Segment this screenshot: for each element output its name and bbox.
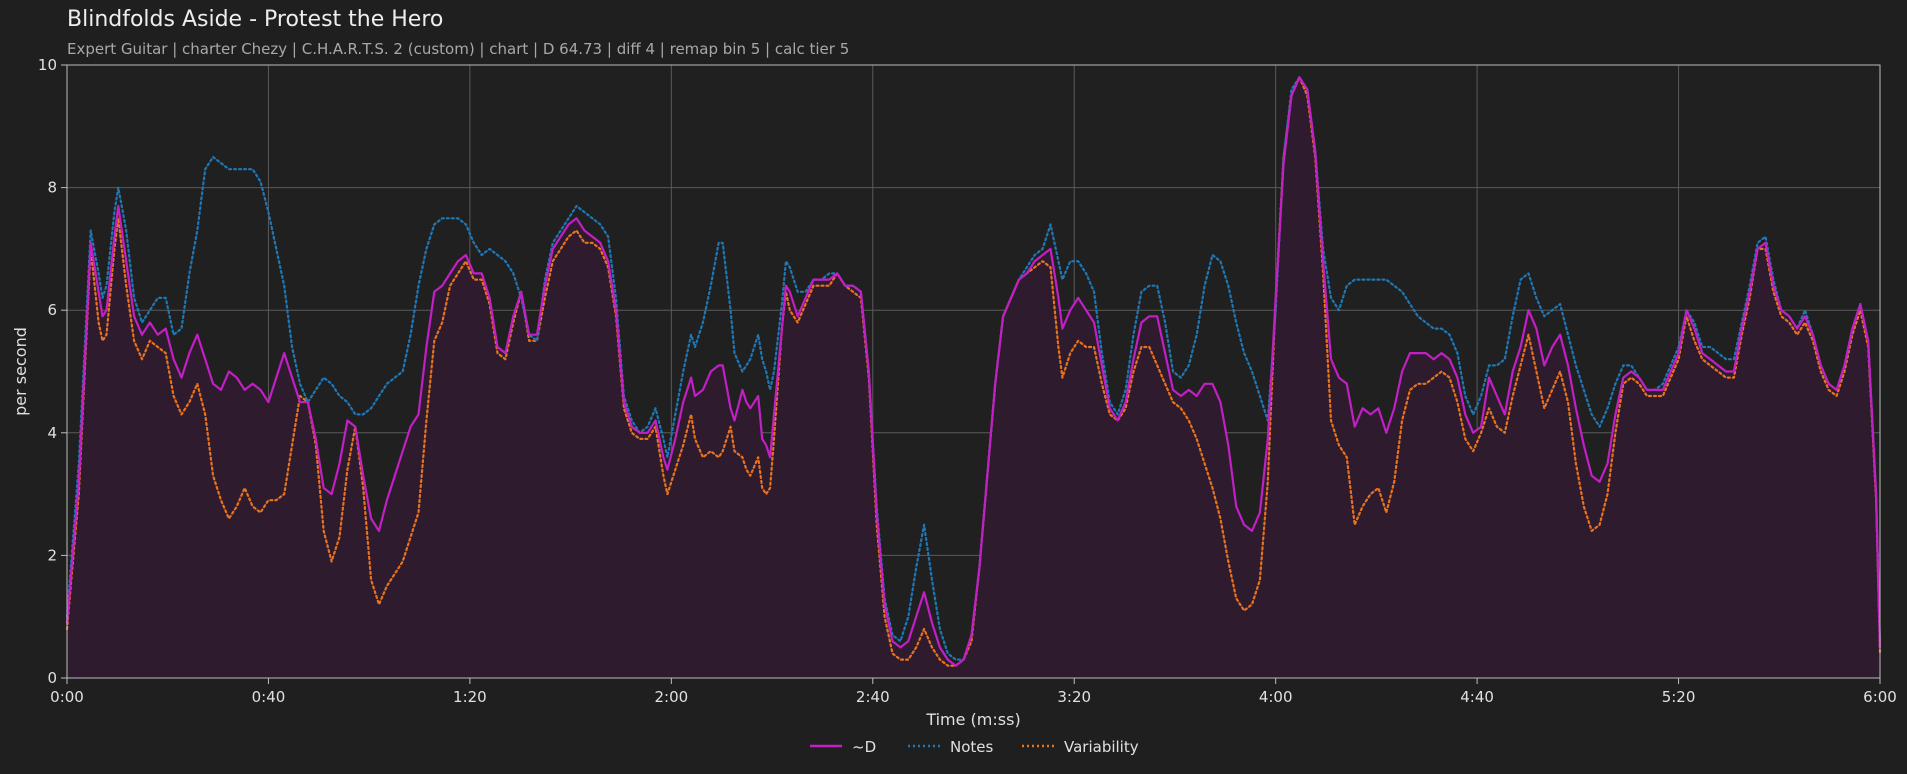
x-tick-label: 3:20 [1057, 688, 1091, 706]
x-tick-label: 6:00 [1863, 688, 1897, 706]
x-tick-label: 2:40 [856, 688, 890, 706]
y-tick-label: 6 [47, 301, 57, 319]
y-tick-label: 4 [47, 424, 57, 442]
legend-label: ~D [852, 738, 876, 756]
x-tick-label: 4:00 [1259, 688, 1293, 706]
y-tick-label: 2 [47, 546, 57, 564]
x-tick-label: 5:20 [1662, 688, 1696, 706]
y-axis-label: per second [11, 327, 30, 416]
line-chart: 0:00 0:40 1:20 2:00 2:40 3:20 4:00 4:40 5:20 6:00… [11, 56, 1897, 756]
legend-label: Notes [950, 738, 994, 756]
legend: ~D Notes Variability [810, 738, 1139, 756]
y-tick-label: 10 [38, 56, 57, 74]
x-tick-label: 0:40 [252, 688, 286, 706]
x-tick-label: 2:00 [654, 688, 688, 706]
x-tick-label: 1:20 [453, 688, 487, 706]
x-tick-label: 4:40 [1460, 688, 1494, 706]
legend-label: Variability [1064, 738, 1139, 756]
x-tick-label: 0:00 [50, 688, 84, 706]
y-tick-label: 8 [47, 179, 57, 197]
y-tick-label: 0 [47, 669, 57, 687]
x-axis-label: Time (m:ss) [925, 710, 1020, 729]
